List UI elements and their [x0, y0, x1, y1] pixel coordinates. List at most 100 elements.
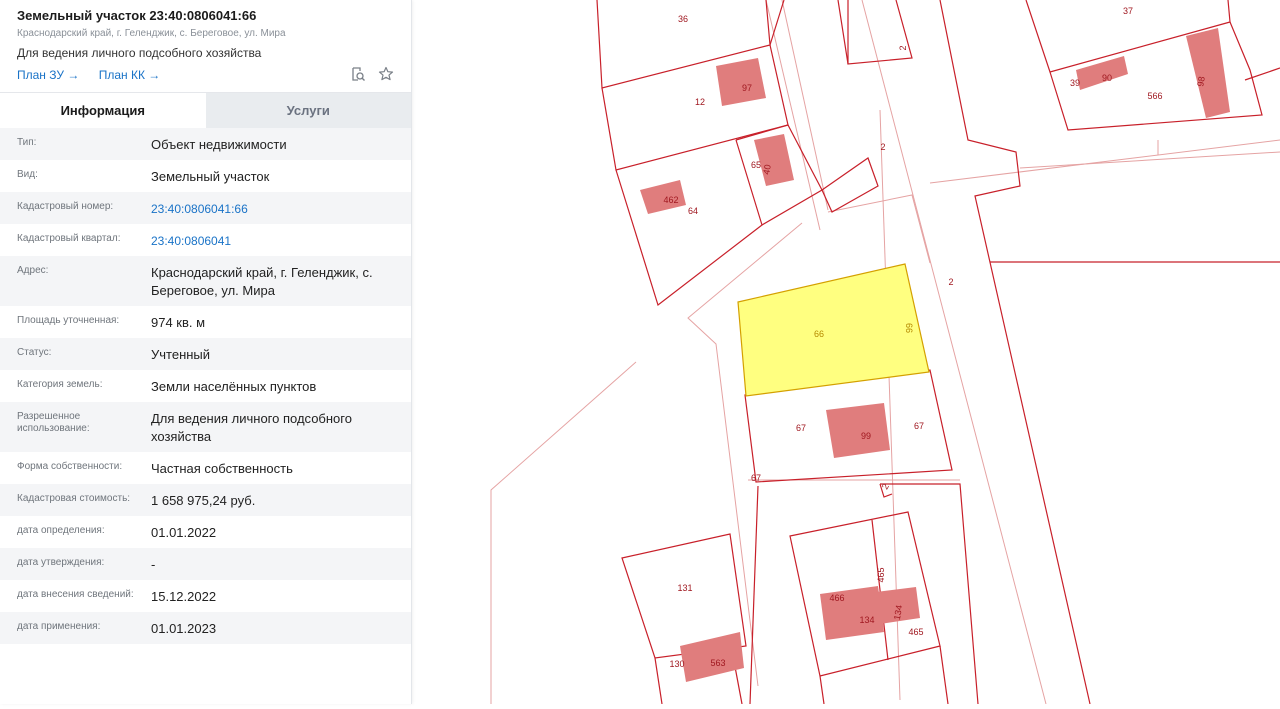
row-label: Адрес:: [17, 265, 49, 276]
row-label: Форма собственности:: [17, 461, 123, 472]
parcel-border: [847, 0, 913, 65]
info-row: Кадастровый квартал: 23:40:0806041: [0, 224, 411, 256]
row-label: Категория земель:: [17, 379, 103, 390]
parcel-number-label: 66: [814, 329, 824, 339]
parcel-number-label: 39: [1070, 78, 1080, 88]
row-value: 1 658 975,24 руб.: [151, 493, 256, 508]
info-row: Форма собственности: Частная собственност…: [0, 452, 411, 484]
info-row: дата определения: 01.01.2022: [0, 516, 411, 548]
building[interactable]: [826, 403, 890, 458]
parcel-border: [769, 0, 785, 46]
page-title: Земельный участок 23:40:0806041:66: [17, 8, 257, 23]
selected-parcel[interactable]: [737, 263, 930, 397]
info-row: Категория земель: Земли населённых пункто…: [0, 370, 411, 402]
parcel-number-label: 65: [751, 160, 761, 170]
building[interactable]: [716, 58, 766, 106]
info-row: Тип: Объект недвижимости: [0, 128, 411, 160]
parcel-number-label: 131: [677, 583, 692, 593]
purpose-text: Для ведения личного подсобного хозяйства: [17, 46, 262, 60]
row-value: 15.12.2022: [151, 589, 217, 604]
buildings: [640, 28, 1230, 682]
row-label: Разрешенное использование:: [17, 411, 90, 434]
row-value-link[interactable]: 23:40:0806041: [151, 224, 251, 250]
row-value: Земли населённых пунктов: [151, 379, 317, 394]
parcel-number-label: 40: [761, 164, 773, 176]
road-line: [1019, 151, 1280, 169]
star-icon[interactable]: [378, 66, 394, 82]
row-value: Объект недвижимости: [151, 137, 287, 152]
parcel-number-label: 566: [1147, 91, 1162, 101]
row-value: Учтенный: [151, 347, 211, 362]
parcel-border: [819, 675, 825, 705]
row-value: Земельный участок: [151, 169, 270, 184]
row-label: дата внесения сведений:: [17, 589, 134, 600]
parcel-number-label: 99: [861, 431, 871, 441]
parcel-number-label: 97: [742, 83, 752, 93]
parcel-number-label: 465: [908, 627, 923, 637]
row-label: Тип:: [17, 137, 37, 148]
row-label: Статус:: [17, 347, 52, 358]
header-icons: [350, 66, 394, 82]
info-row: Адрес: Краснодарский край, г. Геленджик, …: [0, 256, 411, 306]
building[interactable]: [1186, 28, 1230, 118]
row-label: Площадь уточненная:: [17, 315, 120, 326]
row-value: Краснодарский край, г. Геленджик, с. Бер…: [151, 265, 373, 298]
parcel-border: [654, 657, 663, 705]
row-value: 974 кв. м: [151, 315, 206, 330]
parcel-border: [837, 0, 849, 65]
parcel-number-label: 98: [1195, 76, 1207, 88]
parcel-number-label: 67: [796, 423, 806, 433]
map-canvas[interactable]: 36 37 97 12 39 90 566 98 65 40 2 462 64 2 2 66 66 67 99 67 6…: [412, 0, 1280, 705]
row-value-link[interactable]: 23:40:0806041:66: [151, 192, 268, 218]
parcel-border: [939, 0, 1091, 705]
address-subtitle: Краснодарский край, г. Геленджик, с. Бер…: [17, 28, 286, 39]
parcel-number-label: 465: [876, 567, 886, 582]
plan-kk-link[interactable]: План КК →: [99, 68, 161, 82]
plan-zu-link[interactable]: План ЗУ →: [17, 68, 79, 82]
parcel-number-label: 37: [1123, 6, 1133, 16]
row-label: дата утверждения:: [17, 557, 105, 568]
parcel-number-label: 2: [948, 277, 953, 287]
parcel-border: [939, 645, 949, 705]
row-value: Для ведения личного подсобного хозяйства: [151, 411, 352, 444]
row-label: Кадастровый квартал:: [17, 233, 121, 244]
plan-links: План ЗУ → План КК →: [17, 68, 394, 82]
info-table: Тип: Объект недвижимости Вид: Земельный уча…: [0, 128, 411, 644]
parcel-number-label: 563: [710, 658, 725, 668]
info-row: дата внесения сведений: 15.12.2022: [0, 580, 411, 612]
parcel-border: [749, 485, 759, 705]
parcel-number-label: 462: [663, 195, 678, 205]
info-row: Площадь уточненная: 974 кв. м: [0, 306, 411, 338]
parcel-number-label: 67: [751, 473, 761, 483]
row-label: Кадастровая стоимость:: [17, 493, 131, 504]
panel-header: Земельный участок 23:40:0806041:66 Красн…: [0, 0, 411, 92]
parcel-number-label: 12: [695, 97, 705, 107]
tab-info[interactable]: Информация: [0, 93, 206, 128]
cadastral-map[interactable]: 36 37 97 12 39 90 566 98 65 40 2 462 64 2 2 66 66 67 99 67 6…: [412, 0, 1280, 705]
info-row: Разрешенное использование: Для ведения ли…: [0, 402, 411, 452]
search-document-icon[interactable]: [350, 66, 366, 82]
tab-services[interactable]: Услуги: [205, 93, 411, 128]
info-panel: Земельный участок 23:40:0806041:66 Красн…: [0, 0, 412, 704]
info-row: Кадастровый номер: 23:40:0806041:66: [0, 192, 411, 224]
info-row: Вид: Земельный участок: [0, 160, 411, 192]
parcel-number-label: 2: [898, 45, 908, 50]
info-row: Статус: Учтенный: [0, 338, 411, 370]
info-row: дата применения: 01.01.2023: [0, 612, 411, 644]
row-label: Вид:: [17, 169, 38, 180]
row-value: -: [151, 557, 156, 572]
row-value: 01.01.2023: [151, 621, 217, 636]
info-row: дата утверждения: -: [0, 548, 411, 580]
parcel-number-label: 66: [904, 323, 914, 333]
parcel-number-label: 130: [669, 659, 684, 669]
row-label: Кадастровый номер:: [17, 201, 114, 212]
parcel-number-label: 36: [678, 14, 688, 24]
parcel-number-label: 134: [859, 615, 874, 625]
parcel-number-label: 2: [880, 142, 885, 152]
parcel-number-label: 90: [1102, 73, 1112, 83]
row-label: дата определения:: [17, 525, 105, 536]
info-row: Кадастровая стоимость: 1 658 975,24 руб.: [0, 484, 411, 516]
tab-bar: Информация Услуги: [0, 92, 411, 128]
row-value: Частная собственность: [151, 461, 293, 476]
building[interactable]: [680, 632, 744, 682]
